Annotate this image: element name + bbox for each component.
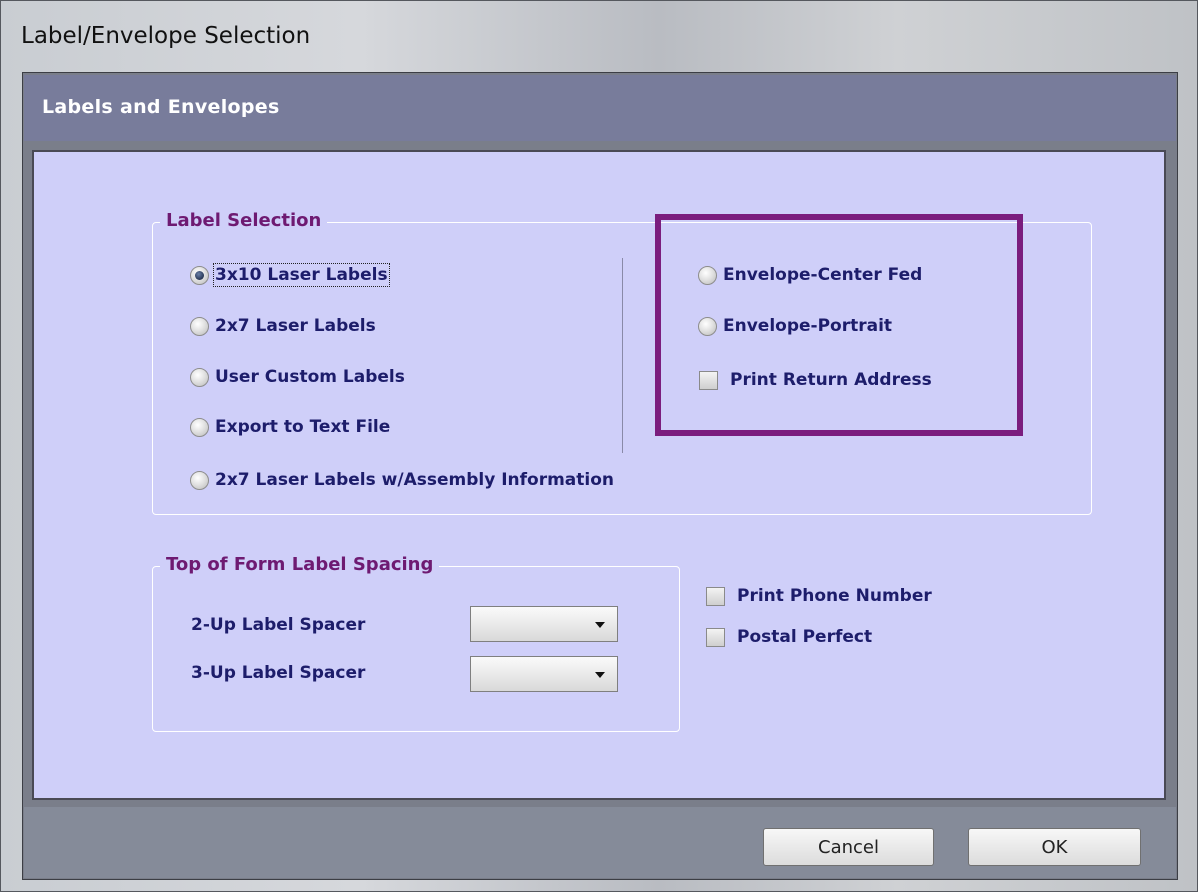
- option-label: Envelope-Center Fed: [723, 265, 923, 285]
- two-up-spacer-select[interactable]: [470, 606, 618, 642]
- label-selection-legend: Label Selection: [160, 210, 328, 231]
- checkbox-icon[interactable]: [706, 586, 725, 606]
- radio-button-icon[interactable]: [190, 417, 209, 437]
- checkbox-print-phone-number[interactable]: Print Phone Number: [706, 586, 932, 606]
- radio-button-icon[interactable]: [190, 265, 209, 285]
- checkbox-postal-perfect[interactable]: Postal Perfect: [706, 627, 872, 647]
- radio-button-icon[interactable]: [190, 367, 209, 387]
- option-label: 2x7 Laser Labels w/Assembly Information: [215, 470, 615, 490]
- option-label: Postal Perfect: [737, 627, 873, 647]
- option-label: Export to Text File: [215, 417, 391, 437]
- radio-2x7-laser-labels[interactable]: 2x7 Laser Labels: [190, 316, 376, 336]
- three-up-spacer-label: 3-Up Label Spacer: [191, 663, 366, 683]
- option-label: User Custom Labels: [215, 367, 405, 387]
- option-label: Print Phone Number: [737, 586, 932, 606]
- page-title: Labels and Envelopes: [42, 96, 280, 118]
- chevron-down-icon[interactable]: [595, 672, 605, 678]
- radio-export-to-text-file[interactable]: Export to Text File: [190, 417, 390, 437]
- checkbox-print-return-address[interactable]: Print Return Address: [699, 370, 932, 390]
- option-label: 2x7 Laser Labels: [215, 316, 376, 336]
- group-divider: [622, 258, 623, 453]
- radio-user-custom-labels[interactable]: User Custom Labels: [190, 367, 405, 387]
- radio-button-icon[interactable]: [190, 316, 209, 336]
- checkbox-icon[interactable]: [706, 627, 725, 647]
- radio-button-icon[interactable]: [698, 265, 717, 285]
- two-up-spacer-label: 2-Up Label Spacer: [191, 615, 366, 635]
- three-up-spacer-select[interactable]: [470, 656, 618, 692]
- radio-envelope-center-fed[interactable]: Envelope-Center Fed: [698, 265, 922, 285]
- title-bar[interactable]: Label/Envelope Selection: [1, 1, 1198, 71]
- cancel-button[interactable]: Cancel: [763, 828, 934, 866]
- radio-3x10-laser-labels[interactable]: 3x10 Laser Labels: [190, 263, 390, 287]
- label-spacing-legend: Top of Form Label Spacing: [160, 554, 440, 575]
- radio-button-icon[interactable]: [698, 316, 717, 336]
- radio-button-icon[interactable]: [190, 470, 209, 490]
- option-label: Print Return Address: [730, 370, 932, 390]
- option-label: 3x10 Laser Labels: [213, 263, 390, 287]
- chevron-down-icon[interactable]: [595, 622, 605, 628]
- radio-envelope-portrait[interactable]: Envelope-Portrait: [698, 316, 892, 336]
- option-label: Envelope-Portrait: [723, 316, 893, 336]
- checkbox-icon[interactable]: [699, 370, 718, 390]
- window-title: Label/Envelope Selection: [21, 23, 311, 49]
- label-spacing-group: [152, 566, 680, 732]
- radio-2x7-laser-labels-assembly[interactable]: 2x7 Laser Labels w/Assembly Information: [190, 470, 614, 490]
- ok-button[interactable]: OK: [968, 828, 1141, 866]
